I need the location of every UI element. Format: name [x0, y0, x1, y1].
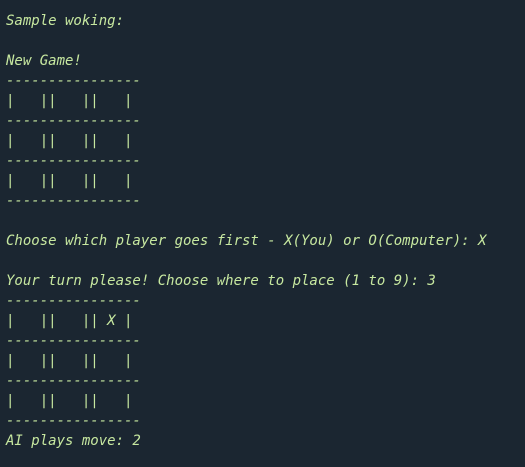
board-separator: ---------------- [6, 293, 141, 309]
ai-move-line: AI plays move: 2 [6, 433, 141, 449]
board-row-2: | || || | [6, 133, 133, 149]
board-separator: ---------------- [6, 193, 141, 209]
board-separator: ---------------- [6, 413, 141, 429]
board-separator: ---------------- [6, 153, 141, 169]
board-row-3: | || || | [6, 393, 133, 409]
your-turn-prompt: Your turn please! Choose where to place … [6, 273, 436, 289]
board-separator: ---------------- [6, 333, 141, 349]
board-row-3: | || || | [6, 173, 133, 189]
board-row-1: | || || X | [6, 313, 133, 329]
board-row-1: | || || | [6, 93, 133, 109]
board-row-2: | || || | [6, 353, 133, 369]
code-fence-line: ''' [6, 0, 32, 9]
board-separator: ---------------- [6, 113, 141, 129]
sample-heading-line: Sample woking: [6, 13, 125, 29]
board-separator: ---------------- [6, 73, 141, 89]
choose-first-player-prompt: Choose which player goes first - X(You) … [6, 233, 487, 249]
terminal-output: ''' Sample woking: New Game! -----------… [0, 0, 525, 458]
board-separator: ---------------- [6, 373, 141, 389]
new-game-line: New Game! [6, 53, 82, 69]
